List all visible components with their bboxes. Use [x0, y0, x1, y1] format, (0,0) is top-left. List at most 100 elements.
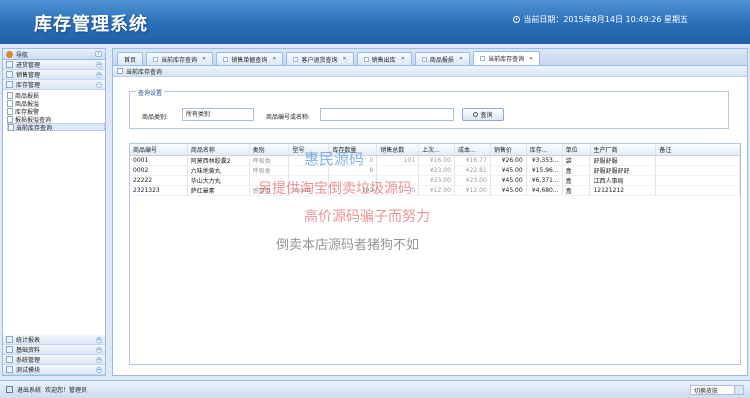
page-icon: [117, 68, 123, 74]
folder-icon: [6, 356, 13, 363]
table-cell: 0: [377, 186, 420, 195]
table-cell: [656, 186, 740, 195]
nav-section-purchase[interactable]: 进货管理 +: [3, 60, 105, 70]
page-icon: [223, 56, 229, 62]
tree-item-current-stock[interactable]: 当前库存查询: [7, 123, 105, 132]
tab-label: 当前库存查询: [488, 56, 525, 63]
table-cell: [656, 156, 740, 165]
table-row[interactable]: 0002 六味地黄丸 呼吸类 6 ¥23.00 ¥22.81 ¥45.00 ¥15,96...…: [130, 166, 740, 176]
tab-sales-bills[interactable]: 销售单据查询 ✕: [216, 52, 284, 65]
expand-icon[interactable]: +: [96, 357, 102, 363]
document-icon: [8, 123, 14, 131]
exit-link[interactable]: 退出系统: [17, 385, 41, 394]
folder-icon: [6, 346, 13, 353]
nav-panel: 导航 « 进货管理 + 销售管理 + 库存管理 − 商品报损 商品报溢 库存报警…: [2, 48, 106, 376]
table-body: 0001 阿莫西林胶囊2 呼吸类 0 101 ¥16.00 ¥16.77 ¥26.00 ¥3,3…: [130, 156, 740, 196]
page-icon: [153, 56, 159, 62]
nav-bottom-sections: 统计报表 + 基础资料 + 系统管理 + 测试模块 +: [3, 335, 105, 375]
table-cell: ¥16.00: [419, 156, 455, 165]
tab-damage[interactable]: 商品报损 ✕: [414, 52, 471, 65]
stock-table: 商品编号 商品名称 类别 型号 库存数量 销售总数 上次... 成本... 销售价 库存... 单位…: [129, 143, 741, 365]
current-date: 当前日期：2015年8月14日 10:49:26 星期五: [513, 14, 688, 25]
tab-label: 销售出库: [371, 56, 396, 64]
code-label: 商品编号或名称:: [266, 114, 311, 121]
chevron-down-icon: [734, 386, 743, 394]
close-tab-icon[interactable]: ✕: [342, 56, 346, 62]
close-tab-icon[interactable]: ✕: [401, 56, 405, 62]
table-cell: 0: [329, 156, 378, 165]
table-cell: 0002: [130, 166, 188, 175]
nav-section-basic[interactable]: 基础资料 +: [3, 345, 105, 355]
close-tab-icon[interactable]: ✕: [529, 56, 533, 62]
table-header: 商品编号 商品名称 类别 型号 库存数量 销售总数 上次... 成本... 销售价 库存... 单位…: [130, 144, 741, 156]
column-header[interactable]: 商品名称: [188, 144, 250, 155]
column-header[interactable]: 销售价: [491, 144, 527, 155]
nav-section-label: 测试模块: [16, 367, 41, 374]
close-tab-icon[interactable]: ✕: [459, 56, 463, 62]
collapse-icon[interactable]: −: [96, 82, 102, 88]
table-cell: 舒服舒服: [590, 156, 657, 165]
table-cell: 0001: [130, 156, 188, 165]
folder-icon: [6, 61, 13, 68]
table-row[interactable]: 22222 华山大力丸 ¥23.00 ¥23.00 ¥45.00 ¥6,371... 盒江西…: [130, 176, 740, 186]
table-row[interactable]: 2321323 萨红晕素 感冒类 asdad 390 0 ¥12.00 ¥12.00 ¥45.0…: [130, 186, 740, 196]
table-row[interactable]: 0001 阿莫西林胶囊2 呼吸类 0 101 ¥16.00 ¥16.77 ¥26.00 ¥3,3…: [130, 156, 740, 166]
column-header[interactable]: 商品编号: [130, 144, 188, 155]
column-header[interactable]: 单位: [563, 144, 591, 155]
nav-section-system[interactable]: 系统管理 +: [3, 355, 105, 365]
nav-section-test[interactable]: 测试模块 +: [3, 365, 105, 375]
table-cell: [329, 176, 378, 185]
table-cell: 22222: [130, 176, 188, 185]
tab-home[interactable]: 首页: [117, 52, 144, 65]
tab-customer-return[interactable]: 客户退货查询 ✕: [286, 52, 354, 65]
column-header[interactable]: 上次...: [419, 144, 455, 155]
tab-sales-out[interactable]: 销售出库 ✕: [356, 52, 412, 65]
tab-current-stock[interactable]: 当前库存查询 ✕: [146, 52, 214, 65]
table-cell: [377, 166, 420, 175]
column-header[interactable]: 类别: [250, 144, 290, 155]
query-legend: 查询设置: [136, 88, 165, 97]
category-select[interactable]: 所有类别: [182, 108, 254, 121]
expand-icon[interactable]: +: [96, 62, 102, 68]
table-cell: [250, 176, 290, 185]
skin-select-label: 切换皮肤: [694, 387, 719, 395]
close-tab-icon[interactable]: ✕: [272, 56, 276, 62]
column-header[interactable]: 备注: [656, 144, 741, 155]
column-header[interactable]: 生产厂商: [591, 144, 657, 155]
nav-section-reports[interactable]: 统计报表 +: [3, 335, 105, 345]
column-header[interactable]: 库存数量: [329, 144, 378, 155]
nav-section-label: 销售管理: [16, 72, 41, 79]
document-icon: [7, 115, 13, 123]
table-cell: [289, 166, 330, 175]
collapse-nav-button[interactable]: «: [95, 51, 102, 57]
column-header[interactable]: 销售总数: [377, 144, 420, 155]
page-icon: [480, 56, 486, 61]
table-cell: 2321323: [130, 186, 188, 195]
skin-select[interactable]: 切换皮肤: [690, 385, 744, 395]
tab-current-stock-active[interactable]: 当前库存查询 ✕: [473, 51, 541, 65]
expand-icon[interactable]: +: [96, 367, 102, 373]
table-cell: ¥15,96...: [527, 166, 563, 175]
column-header[interactable]: 型号: [289, 144, 330, 155]
column-header[interactable]: 库存...: [527, 144, 563, 155]
close-tab-icon[interactable]: ✕: [202, 56, 206, 62]
search-button[interactable]: 查询: [462, 108, 504, 121]
table-cell: ¥45.00: [491, 166, 527, 175]
table-cell: 盒: [563, 166, 591, 175]
expand-icon[interactable]: +: [96, 337, 102, 343]
nav-section-sales[interactable]: 销售管理 +: [3, 70, 105, 80]
nav-section-stock[interactable]: 库存管理 −: [3, 80, 105, 90]
column-header[interactable]: 成本...: [455, 144, 491, 155]
table-cell: 呼吸类: [250, 156, 290, 165]
table-cell: ¥26.00: [491, 156, 527, 165]
status-bar: 退出系统 欢迎您！管理员 切换皮肤: [0, 380, 750, 398]
expand-icon[interactable]: +: [96, 347, 102, 353]
table-cell: 390: [329, 186, 378, 195]
exit-icon: [6, 386, 13, 393]
code-input[interactable]: [320, 108, 454, 121]
table-cell: 6: [329, 166, 378, 175]
table-cell: 101: [377, 156, 420, 165]
table-cell: 盒: [563, 176, 591, 185]
table-cell: [377, 176, 420, 185]
expand-icon[interactable]: +: [96, 72, 102, 78]
